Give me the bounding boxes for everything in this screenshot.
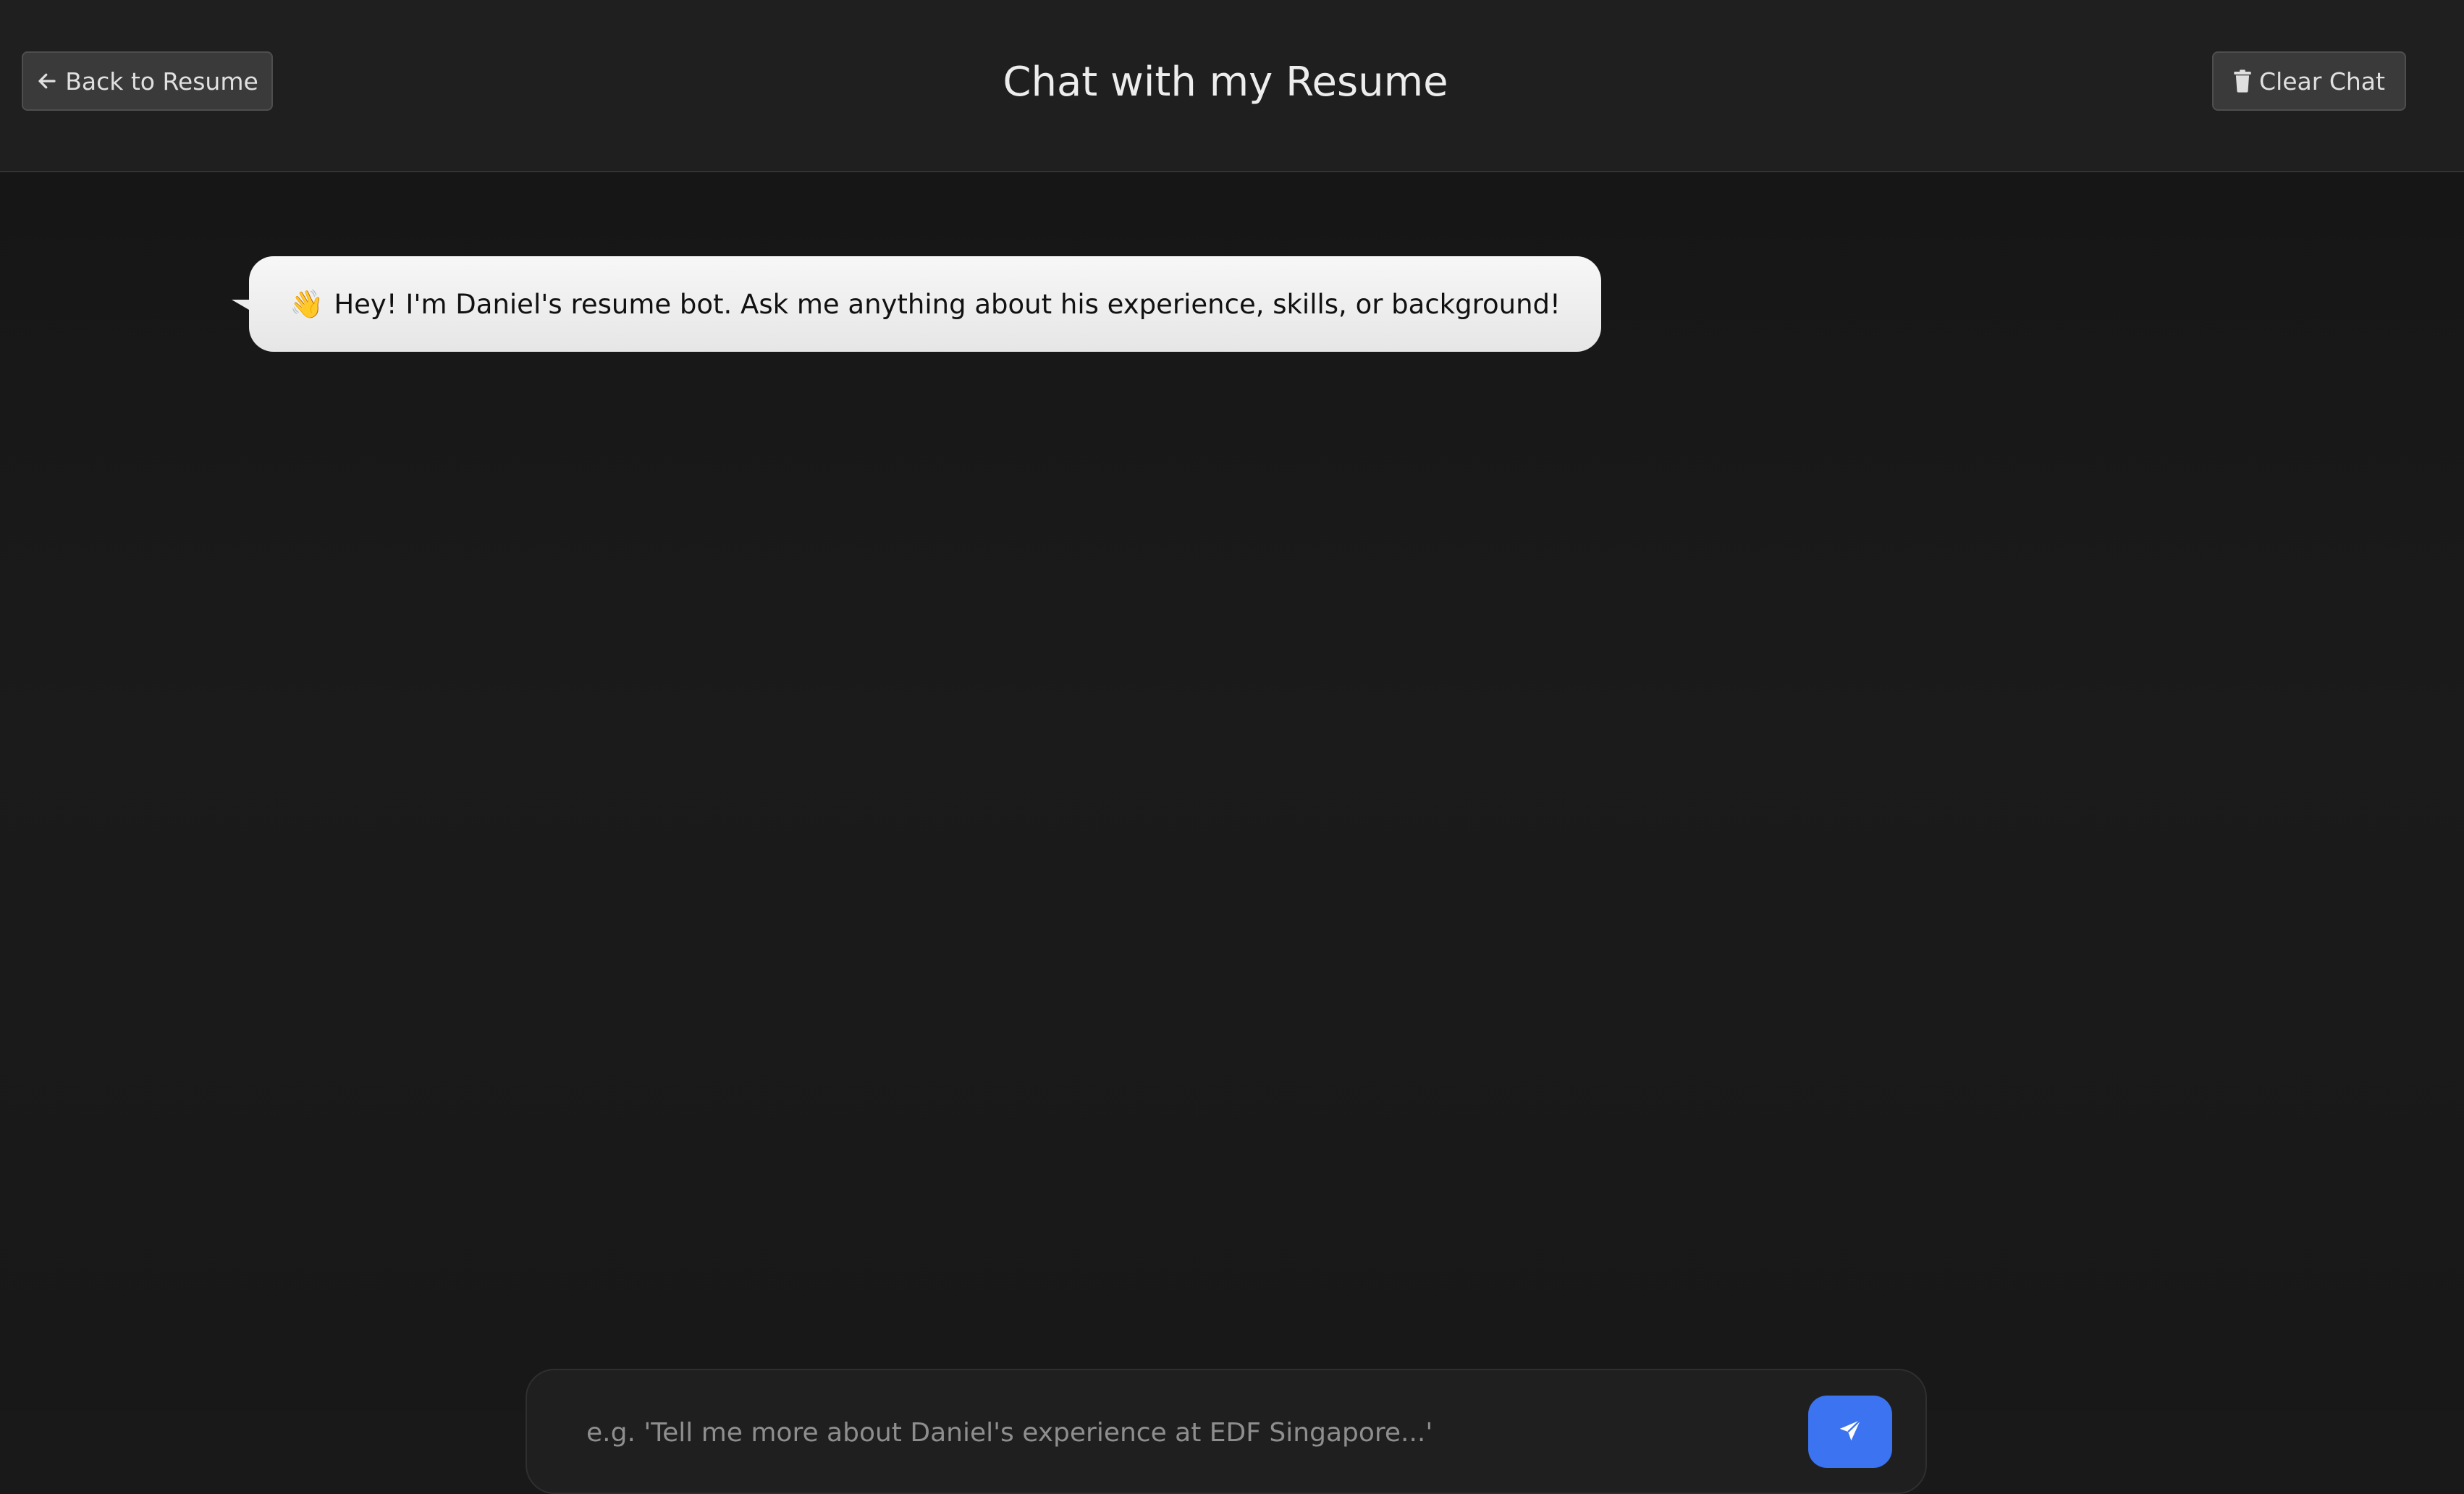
page-title: Chat with my Resume [1003, 59, 1448, 106]
app-header: Back to Resume Chat with my Resume Clear… [0, 0, 2464, 172]
waving-hand-icon: 👋 [290, 287, 324, 320]
trash-icon [2233, 69, 2252, 93]
paper-plane-icon [1838, 1418, 1862, 1446]
message-composer [526, 1369, 1927, 1494]
send-button[interactable] [1808, 1396, 1892, 1468]
bubble-tail [232, 300, 249, 323]
bot-message-text: Hey! I'm Daniel's resume bot. Ask me any… [334, 288, 1561, 320]
bot-message: 👋 Hey! I'm Daniel's resume bot. Ask me a… [249, 256, 1601, 352]
chat-area[interactable]: 👋 Hey! I'm Daniel's resume bot. Ask me a… [0, 172, 2464, 1494]
clear-chat-label: Clear Chat [2259, 67, 2385, 96]
message-input[interactable] [585, 1403, 1746, 1462]
clear-chat-button[interactable]: Clear Chat [2212, 51, 2406, 111]
